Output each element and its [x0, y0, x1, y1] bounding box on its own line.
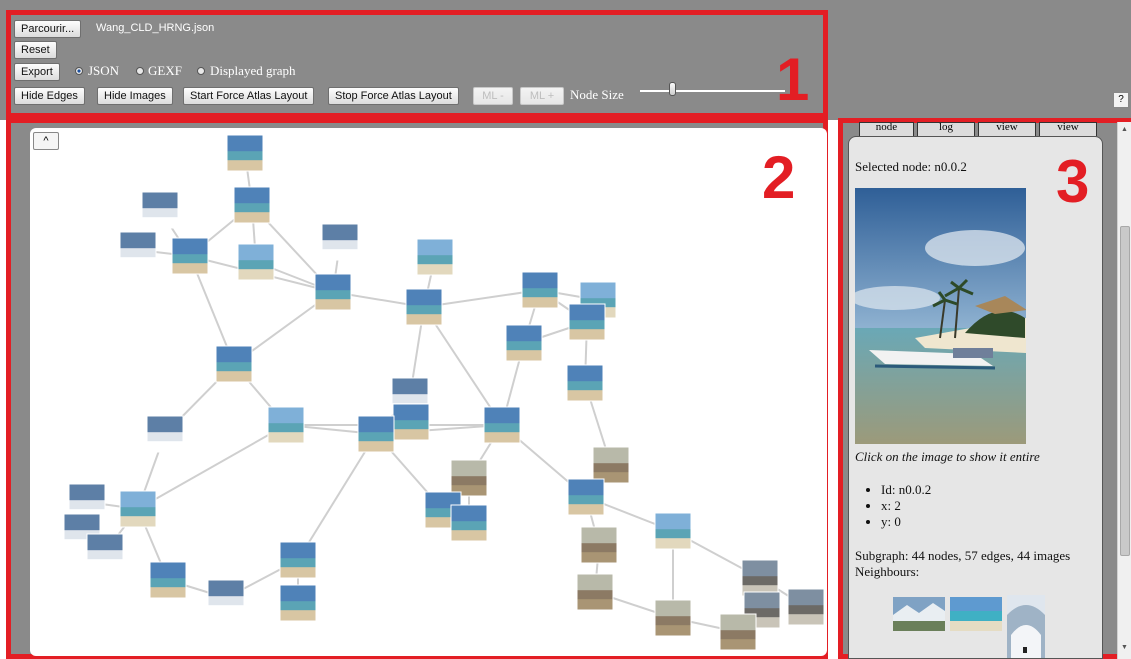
export-button[interactable]: Export	[14, 63, 60, 81]
graph-node-thumbnail[interactable]	[416, 238, 454, 276]
help-button[interactable]: ?	[1113, 92, 1129, 108]
graph-node-thumbnail[interactable]	[405, 288, 443, 326]
node-size-label: Node Size	[570, 87, 624, 102]
hide-edges-button[interactable]: Hide Edges	[14, 87, 85, 105]
graph-canvas[interactable]	[30, 128, 827, 656]
browse-button[interactable]: Parcourir...	[14, 20, 82, 38]
graph-node-thumbnail[interactable]	[207, 579, 245, 617]
graph-node-thumbnail[interactable]	[450, 459, 488, 497]
subgraph-text: Subgraph: 44 nodes, 57 edges, 44 images	[855, 548, 1071, 563]
graph-node-thumbnail[interactable]	[226, 134, 264, 172]
property-y: y: 0	[881, 514, 931, 530]
neighbours-label: Neighbours:	[855, 564, 920, 579]
graph-node-thumbnail[interactable]	[450, 504, 488, 542]
neighbour-thumb-3[interactable]	[1007, 595, 1045, 659]
image-caption: Click on the image to show it entire	[855, 449, 1040, 464]
graph-node-thumbnail[interactable]	[314, 273, 352, 311]
graph-node-thumbnail[interactable]	[86, 533, 124, 571]
tab-view[interactable]: view	[978, 122, 1036, 136]
graph-node-thumbnail[interactable]	[279, 541, 317, 579]
format-radio-displayed-graph[interactable]	[197, 67, 205, 75]
graph-svg[interactable]	[30, 128, 827, 656]
graph-node-thumbnail[interactable]	[521, 271, 559, 309]
scroll-up-arrow-icon[interactable]: ▲	[1121, 126, 1128, 133]
graph-node-thumbnail[interactable]	[279, 584, 317, 622]
node-size-slider-track[interactable]	[640, 90, 785, 92]
file-name: Wang_CLD_HRNG.json	[96, 22, 215, 34]
ml-plus-button[interactable]: ML +	[520, 87, 564, 105]
graph-node-thumbnail[interactable]	[119, 490, 157, 528]
graph-node-thumbnail[interactable]	[566, 364, 604, 402]
graph-node-thumbnail[interactable]	[483, 406, 521, 444]
graph-node-thumbnail[interactable]	[580, 526, 618, 564]
format-label-displayed-graph: Displayed graph	[210, 63, 296, 78]
graph-node-thumbnail[interactable]	[787, 588, 825, 626]
graph-node-thumbnail[interactable]	[171, 237, 209, 275]
graph-node-thumbnail[interactable]	[149, 561, 187, 599]
graph-node-thumbnail[interactable]	[321, 223, 359, 261]
graph-node-thumbnail[interactable]	[141, 191, 179, 229]
start-force-atlas-button[interactable]: Start Force Atlas Layout	[183, 87, 315, 105]
property-x: x: 2	[881, 498, 931, 514]
graph-node-thumbnail[interactable]	[719, 613, 757, 651]
graph-node-thumbnail[interactable]	[392, 403, 430, 441]
neighbour-thumb-2[interactable]	[950, 597, 1002, 631]
neighbour-thumb-1[interactable]	[893, 597, 945, 631]
graph-node-thumbnail[interactable]	[654, 512, 692, 550]
collapse-button[interactable]: ^	[33, 132, 59, 150]
graph-node-thumbnail[interactable]	[654, 599, 692, 637]
graph-node-thumbnail[interactable]	[237, 243, 275, 281]
reset-button[interactable]: Reset	[14, 41, 57, 59]
annotation-number-2: 2	[762, 144, 796, 211]
annotation-number-1: 1	[776, 46, 810, 113]
graph-node-thumbnail[interactable]	[267, 406, 305, 444]
graph-node-thumbnail[interactable]	[592, 446, 630, 484]
graph-node-thumbnail[interactable]	[576, 573, 614, 611]
ml-minus-button[interactable]: ML -	[473, 87, 513, 105]
selected-node-image[interactable]	[855, 188, 1026, 444]
annotation-number-3: 3	[1056, 148, 1090, 215]
node-properties-list: Id: n0.0.2 x: 2 y: 0	[861, 482, 931, 530]
tab-log[interactable]: log	[917, 122, 975, 136]
format-label-json: JSON	[88, 63, 120, 78]
graph-node-thumbnail[interactable]	[215, 345, 253, 383]
hide-images-button[interactable]: Hide Images	[97, 87, 173, 105]
format-radio-gexf[interactable]	[136, 67, 144, 75]
graph-node-thumbnail[interactable]	[741, 559, 779, 597]
property-id: Id: n0.0.2	[881, 482, 931, 498]
scroll-thumb[interactable]	[1120, 226, 1130, 556]
graph-edge	[297, 433, 377, 561]
format-radio-json[interactable]	[75, 67, 83, 75]
tab-view-2[interactable]: view	[1039, 122, 1097, 136]
graph-node-thumbnail[interactable]	[146, 415, 184, 453]
graph-node-thumbnail[interactable]	[567, 478, 605, 516]
graph-node-thumbnail[interactable]	[505, 324, 543, 362]
panel-tabs: node log view view	[859, 122, 1099, 136]
scroll-down-arrow-icon[interactable]: ▼	[1121, 644, 1128, 651]
graph-node-thumbnail[interactable]	[568, 303, 606, 341]
stop-force-atlas-button[interactable]: Stop Force Atlas Layout	[328, 87, 459, 105]
format-label-gexf: GEXF	[148, 63, 182, 78]
selected-node-text: Selected node: n0.0.2	[855, 159, 967, 174]
node-size-slider-thumb[interactable]	[669, 82, 676, 96]
graph-node-thumbnail[interactable]	[119, 231, 157, 269]
graph-node-thumbnail[interactable]	[357, 415, 395, 453]
tab-node[interactable]: node	[859, 122, 914, 136]
panel-scrollbar[interactable]: ▲ ▼	[1117, 122, 1131, 659]
graph-node-thumbnail[interactable]	[233, 186, 271, 224]
